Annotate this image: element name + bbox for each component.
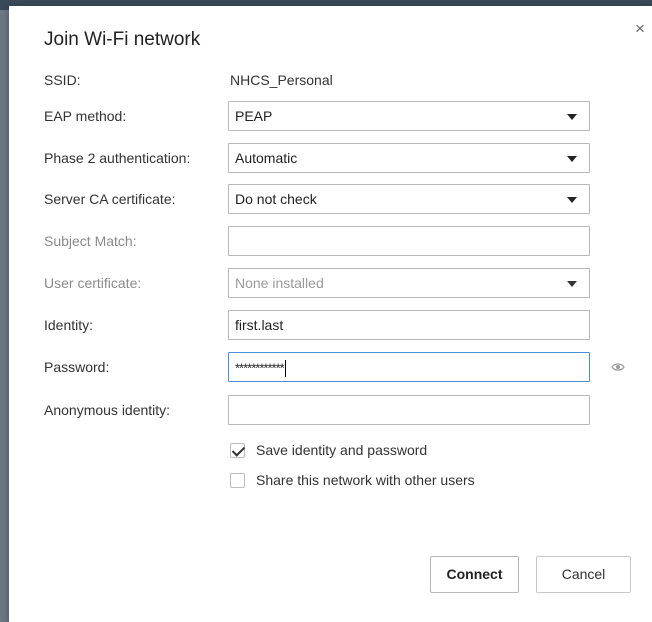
save-identity-checkbox[interactable] <box>230 442 245 458</box>
phase2-select[interactable]: Automatic <box>228 143 590 173</box>
background-window-edge <box>0 10 9 622</box>
share-network-label: Share this network with other users <box>256 472 475 488</box>
eye-icon[interactable] <box>611 362 625 372</box>
chevron-down-icon <box>567 197 577 203</box>
close-icon[interactable]: × <box>635 20 645 37</box>
user-cert-label: User certificate: <box>44 275 142 291</box>
phase2-value: Automatic <box>235 150 298 166</box>
server-ca-select[interactable]: Do not check <box>228 184 590 214</box>
share-network-row[interactable]: Share this network with other users <box>230 472 475 488</box>
text-caret <box>284 359 286 377</box>
eap-method-select[interactable]: PEAP <box>228 101 590 131</box>
password-input[interactable]: ************ <box>228 352 590 382</box>
server-ca-label: Server CA certificate: <box>44 191 176 207</box>
ssid-value: NHCS_Personal <box>230 72 333 88</box>
cancel-button[interactable]: Cancel <box>536 556 631 593</box>
phase2-label: Phase 2 authentication: <box>44 150 191 166</box>
ssid-label: SSID: <box>44 72 81 88</box>
connect-button[interactable]: Connect <box>430 556 519 593</box>
identity-label: Identity: <box>44 317 94 333</box>
chevron-down-icon <box>567 114 577 120</box>
chevron-down-icon <box>567 281 577 287</box>
save-identity-label: Save identity and password <box>256 442 428 458</box>
subject-match-input[interactable] <box>228 226 590 256</box>
identity-input[interactable]: first.last <box>228 310 590 340</box>
subject-match-label: Subject Match: <box>44 233 137 249</box>
password-value: ************ <box>235 360 285 376</box>
eap-method-value: PEAP <box>235 108 273 124</box>
user-cert-value: None installed <box>235 275 324 291</box>
anon-identity-label: Anonymous identity: <box>44 402 171 418</box>
dialog-title: Join Wi-Fi network <box>44 29 201 50</box>
user-cert-select[interactable]: None installed <box>228 268 590 298</box>
save-identity-row[interactable]: Save identity and password <box>230 442 427 458</box>
password-label: Password: <box>44 359 110 375</box>
share-network-checkbox[interactable] <box>230 472 245 488</box>
join-wifi-dialog: Join Wi-Fi network × SSID: NHCS_Personal… <box>9 6 652 622</box>
anon-identity-input[interactable] <box>228 395 590 425</box>
server-ca-value: Do not check <box>235 191 317 207</box>
chevron-down-icon <box>567 156 577 162</box>
eap-method-label: EAP method: <box>44 108 127 124</box>
